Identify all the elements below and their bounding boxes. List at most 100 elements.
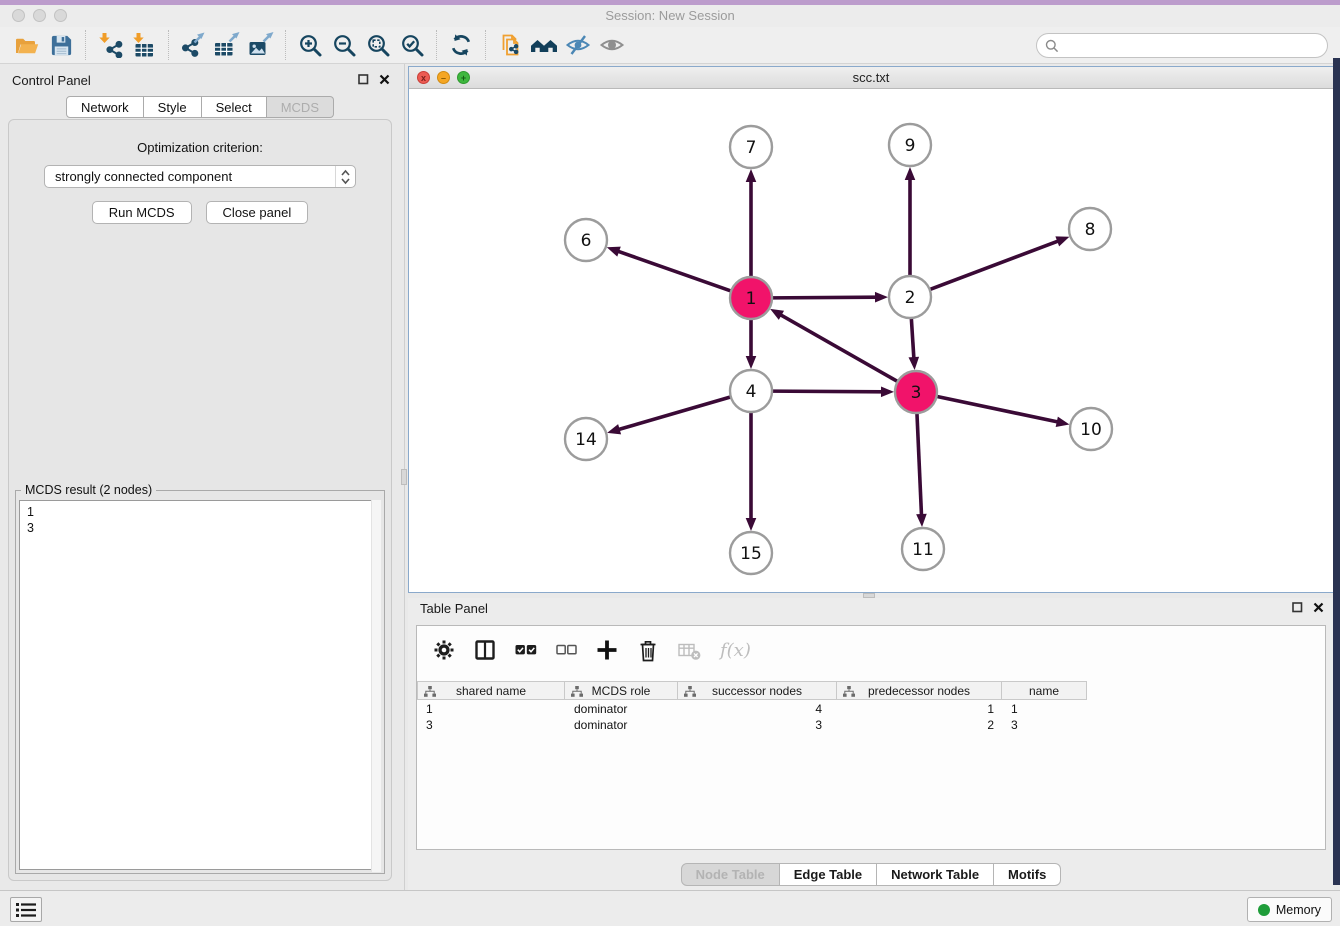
tab-motifs[interactable]: Motifs (994, 863, 1061, 886)
table-row[interactable]: 1dominator411 (418, 701, 1088, 717)
app-title: Session: New Session (0, 8, 1340, 23)
graph-edge-4-3[interactable] (772, 391, 883, 392)
graph-node-label-7: 7 (746, 138, 757, 158)
delete-column-button[interactable] (637, 639, 659, 662)
tab-style[interactable]: Style (144, 96, 202, 118)
vertical-splitter[interactable] (400, 64, 408, 890)
column-header-MCDS-role[interactable]: MCDS role (565, 681, 678, 700)
graph-edge-1-2[interactable] (772, 297, 877, 298)
graph-edge-1-6[interactable] (617, 251, 731, 291)
network-window-titlebar: x – + scc.txt (409, 67, 1333, 89)
close-panel-icon[interactable] (1313, 602, 1324, 613)
cell-MCDS-role[interactable]: dominator (566, 701, 679, 717)
graph-edge-2-3[interactable] (911, 318, 914, 359)
export-network-button[interactable] (176, 30, 210, 60)
close-panel-icon[interactable] (379, 74, 390, 85)
open-session-button[interactable] (10, 30, 44, 60)
result-scrollbar[interactable] (371, 500, 381, 872)
add-column-button[interactable] (596, 639, 618, 661)
close-panel-button[interactable]: Close panel (206, 201, 309, 224)
tab-network[interactable]: Network (66, 96, 144, 118)
search-box (1036, 33, 1328, 58)
cell-predecessor-nodes[interactable]: 1 (838, 701, 1003, 717)
delete-table-button[interactable] (678, 640, 701, 661)
save-session-button[interactable] (44, 30, 78, 60)
graph-edge-4-14[interactable] (618, 397, 731, 430)
desktop: Session: New Session (0, 0, 1340, 926)
cell-name[interactable]: 3 (1003, 717, 1088, 733)
export-table-button[interactable] (210, 30, 244, 60)
show-hidden-button[interactable] (595, 30, 629, 60)
graph-edge-3-1[interactable] (780, 314, 898, 381)
table-settings-gear-button[interactable] (433, 639, 455, 661)
graph-node-label-8: 8 (1085, 220, 1096, 240)
apply-function-button[interactable]: f(x) (720, 640, 751, 661)
control-panel-header: Control Panel (0, 70, 400, 92)
home-houses-icon (530, 32, 558, 58)
column-header-successor-nodes[interactable]: successor nodes (678, 681, 837, 700)
graph-node-label-2: 2 (905, 288, 916, 308)
duplicate-network-button[interactable] (493, 30, 527, 60)
zoom-in-button[interactable] (293, 30, 327, 60)
graph-svg: 7968124314101511 (409, 89, 1333, 592)
graph-edge-3-11[interactable] (917, 413, 922, 516)
nested-network-home-button[interactable] (527, 30, 561, 60)
graph-arrowhead-2-3 (909, 357, 920, 370)
deselect-all-checkboxes-button[interactable] (556, 640, 577, 660)
column-header-predecessor-nodes[interactable]: predecessor nodes (837, 681, 1002, 700)
zoom-selected-button[interactable] (395, 30, 429, 60)
tab-network-table[interactable]: Network Table (877, 863, 994, 886)
hide-selected-button[interactable] (561, 30, 595, 60)
show-columns-button[interactable] (474, 639, 496, 661)
dropdown-stepper (335, 166, 355, 187)
graph-edge-3-10[interactable] (937, 396, 1059, 422)
main-area: Control Panel NetworkStyleSelectMCDS Opt… (0, 64, 1340, 890)
tab-mcds[interactable]: MCDS (267, 96, 334, 118)
float-panel-icon[interactable] (358, 74, 369, 85)
search-input[interactable] (1064, 38, 1327, 53)
gear-icon (433, 639, 455, 661)
cell-successor-nodes[interactable]: 4 (679, 701, 838, 717)
column-header-shared-name[interactable]: shared name (417, 681, 565, 700)
graph-edge-2-8[interactable] (930, 241, 1059, 290)
graph-node-label-15: 15 (740, 544, 762, 564)
export-image-button[interactable] (244, 30, 278, 60)
optimization-criterion-dropdown[interactable]: strongly connected component (44, 165, 356, 188)
trash-icon (637, 639, 659, 662)
task-history-button[interactable] (10, 897, 42, 922)
toolbar-separator (85, 30, 86, 60)
cell-predecessor-nodes[interactable]: 2 (838, 717, 1003, 733)
graph-node-label-6: 6 (581, 231, 592, 251)
cell-MCDS-role[interactable]: dominator (566, 717, 679, 733)
graph-node-label-9: 9 (905, 136, 916, 156)
tab-select[interactable]: Select (202, 96, 267, 118)
mcds-result-text[interactable]: 13 (19, 500, 381, 870)
table-row[interactable]: 3dominator323 (418, 717, 1088, 733)
network-canvas[interactable]: 7968124314101511 (409, 89, 1333, 592)
column-header-name[interactable]: name (1002, 681, 1087, 700)
hierarchy-icon (843, 686, 855, 697)
memory-status-dot (1258, 904, 1270, 916)
cell-shared-name[interactable]: 3 (418, 717, 566, 733)
splitter-handle[interactable] (401, 469, 407, 485)
import-table-button[interactable] (127, 30, 161, 60)
cell-shared-name[interactable]: 1 (418, 701, 566, 717)
import-network-button[interactable] (93, 30, 127, 60)
control-panel-tabs: NetworkStyleSelectMCDS (0, 96, 400, 118)
zoom-out-button[interactable] (327, 30, 361, 60)
cell-successor-nodes[interactable]: 3 (679, 717, 838, 733)
run-mcds-button[interactable]: Run MCDS (92, 201, 192, 224)
float-panel-icon[interactable] (1292, 602, 1303, 613)
select-all-checkboxes-button[interactable] (515, 640, 537, 660)
cell-name[interactable]: 1 (1003, 701, 1088, 717)
memory-button[interactable]: Memory (1247, 897, 1332, 922)
delete-table-icon (678, 640, 701, 661)
zoom-fit-button[interactable] (361, 30, 395, 60)
refresh-view-button[interactable] (444, 30, 478, 60)
table-body: 1dominator4113dominator323 (418, 701, 1088, 733)
table-panel-tabs: Node TableEdge TableNetwork TableMotifs (408, 863, 1334, 886)
tab-node-table[interactable]: Node Table (681, 863, 780, 886)
graph-arrowhead-3-11 (916, 514, 927, 527)
open-folder-icon (14, 33, 40, 58)
tab-edge-table[interactable]: Edge Table (780, 863, 877, 886)
